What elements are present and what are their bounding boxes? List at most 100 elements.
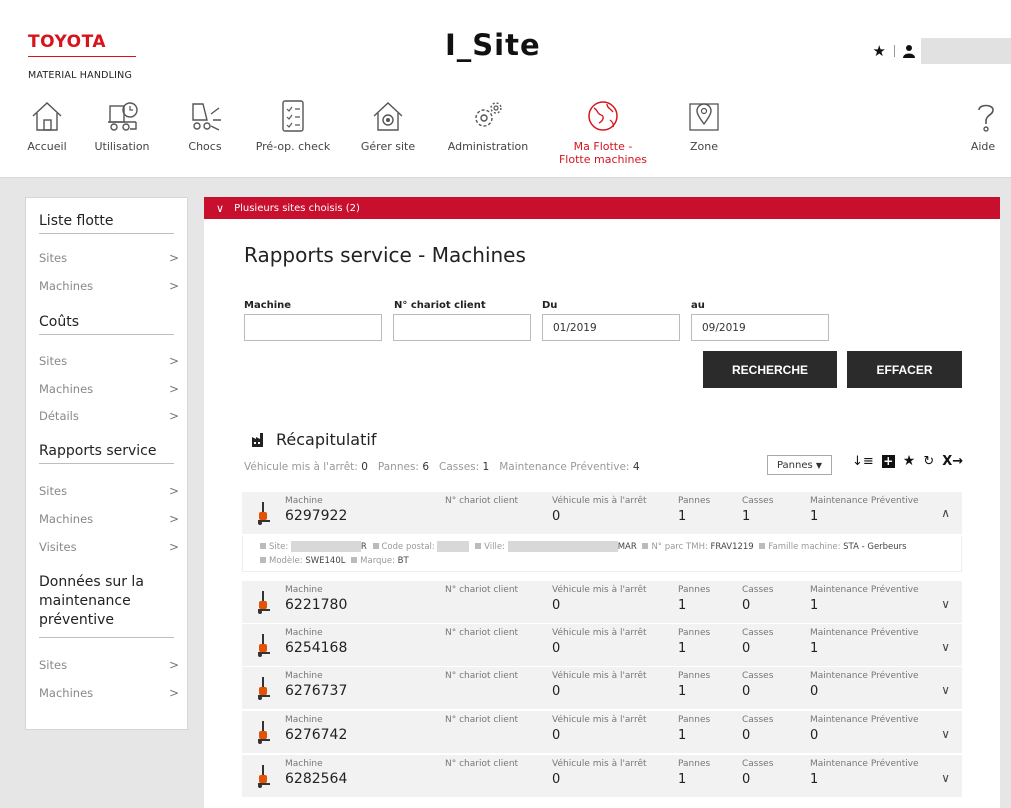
- bullet-icon: [351, 557, 358, 563]
- sidebar-item-label: Sites: [39, 354, 68, 368]
- sidebar-item-maintenance-sites[interactable]: Sites >: [39, 658, 179, 672]
- sidebar-item-label: Visites: [39, 540, 77, 554]
- maintenance-label: Maintenance Préventive:: [499, 461, 630, 473]
- sidebar-item-couts-sites[interactable]: Sites >: [39, 354, 179, 368]
- nav-item-utilisation[interactable]: Utilisation: [86, 96, 158, 153]
- machine-id: 6276742: [285, 727, 348, 743]
- sidebar-section-title: Coûts: [39, 314, 79, 330]
- sidebar-item-label: Machines: [39, 279, 94, 293]
- column-value: 0: [552, 509, 561, 524]
- main-nav: Accueil Utilisation Chocs Pré-op. check …: [0, 96, 1011, 176]
- banner-text: Plusieurs sites choisis (2): [234, 202, 360, 214]
- sidebar-item-rapports-sites[interactable]: Sites >: [39, 484, 179, 498]
- casses-label: Casses:: [439, 461, 480, 473]
- machine-label: Machine: [244, 300, 292, 311]
- sidebar-item-liste-sites[interactable]: Sites >: [39, 251, 179, 265]
- pallet-truck-icon: [258, 765, 270, 788]
- export-excel-icon[interactable]: X→: [942, 454, 963, 469]
- sidebar-item-label: Sites: [39, 658, 68, 672]
- user-name-redacted[interactable]: [921, 38, 1011, 64]
- postal-label: Code postal:: [381, 542, 435, 552]
- client-number-input[interactable]: [393, 314, 531, 341]
- sidebar-item-maintenance-machines[interactable]: Machines >: [39, 686, 179, 700]
- column-label: N° chariot client: [445, 628, 519, 638]
- nav-item-accueil[interactable]: Accueil: [22, 96, 72, 153]
- from-date-input[interactable]: [542, 314, 680, 341]
- nav-item-pre-op-check[interactable]: Pré-op. check: [254, 96, 332, 153]
- sort-order-icon[interactable]: ↓≡: [852, 454, 874, 469]
- expand-all-icon[interactable]: +: [881, 454, 895, 468]
- bullet-icon: [759, 543, 766, 549]
- site-value-tail: R: [360, 542, 367, 552]
- chevron-up-icon[interactable]: ∧: [941, 506, 950, 520]
- chevron-down-icon[interactable]: ∨: [941, 771, 950, 785]
- chevron-right-icon: >: [168, 658, 179, 672]
- column-value: 0: [742, 598, 751, 613]
- column-value: 1: [678, 509, 687, 524]
- machine-id: 6276737: [285, 683, 348, 699]
- nav-item-administration[interactable]: Administration: [442, 96, 534, 153]
- chevron-down-icon[interactable]: ∨: [941, 597, 950, 611]
- column-label: Pannes: [678, 759, 711, 769]
- refresh-icon[interactable]: ↻: [923, 454, 934, 469]
- column-label: Casses: [742, 496, 774, 506]
- sidebar-item-liste-machines[interactable]: Machines >: [39, 279, 179, 293]
- table-row[interactable]: Machine 6254168 N° chariot client Véhicule …: [242, 624, 962, 666]
- pallet-truck-icon: [258, 634, 270, 657]
- divider: [894, 45, 895, 57]
- table-row[interactable]: Machine 6276737 N° chariot client Véhicule …: [242, 667, 962, 709]
- search-button[interactable]: RECHERCHE: [703, 351, 837, 388]
- divider: [39, 233, 174, 234]
- city-value-tail: MAR: [617, 542, 637, 552]
- chevron-down-icon[interactable]: ∨: [941, 727, 950, 741]
- sidebar-item-couts-details[interactable]: Détails >: [39, 409, 179, 423]
- city-label: Ville:: [484, 542, 505, 552]
- column-value: 1: [810, 641, 819, 656]
- sidebar-section-title-line: maintenance: [39, 593, 131, 609]
- divider: [39, 334, 174, 335]
- table-row[interactable]: Machine 6221780 N° chariot client Véhicule …: [242, 581, 962, 623]
- machine-id: 6282564: [285, 771, 348, 787]
- user-icon[interactable]: [903, 44, 915, 58]
- favorites-star-icon[interactable]: ★: [873, 42, 886, 60]
- nav-item-gerer-site[interactable]: Gérer site: [355, 96, 421, 153]
- site-label: Site:: [269, 542, 289, 552]
- nav-item-aide[interactable]: Aide: [966, 96, 1000, 153]
- sidebar-item-couts-machines[interactable]: Machines >: [39, 382, 179, 396]
- chevron-down-icon[interactable]: ∨: [941, 640, 950, 654]
- sidebar-item-rapports-machines[interactable]: Machines >: [39, 512, 179, 526]
- from-date-label: Du: [542, 300, 558, 311]
- table-row[interactable]: Machine 6297922 N° chariot client Véhicule …: [242, 492, 962, 534]
- nav-item-ma-flotte[interactable]: Ma Flotte - Flotte machines: [553, 96, 653, 166]
- modele-label: Modèle:: [269, 556, 303, 566]
- brand-logo[interactable]: TOYOTA MATERIAL HANDLING: [28, 32, 136, 81]
- table-row[interactable]: Machine 6282564 N° chariot client Véhicule …: [242, 755, 962, 797]
- machine-id: 6254168: [285, 640, 348, 656]
- machine-input[interactable]: [244, 314, 382, 341]
- nav-item-chocs[interactable]: Chocs: [183, 96, 227, 153]
- nav-label: Zone: [689, 140, 718, 153]
- column-value: 1: [678, 684, 687, 699]
- chevron-right-icon: >: [168, 279, 179, 293]
- sidebar-section-title-line: préventive: [39, 612, 114, 628]
- chevron-down-icon[interactable]: ∨: [941, 683, 950, 697]
- column-label: Véhicule mis à l'arrêt: [552, 715, 647, 725]
- column-label: Maintenance Préventive: [810, 671, 919, 681]
- globe-icon: [588, 101, 618, 131]
- nav-item-zone[interactable]: Zone: [684, 96, 724, 153]
- table-row[interactable]: Machine 6276742 N° chariot client Véhicule …: [242, 711, 962, 753]
- favorite-star-icon[interactable]: ★: [903, 453, 916, 469]
- column-label: Véhicule mis à l'arrêt: [552, 671, 647, 681]
- site-selection-banner[interactable]: ∨ Plusieurs sites choisis (2): [204, 197, 1000, 219]
- sidebar-item-rapports-visites[interactable]: Visites >: [39, 540, 179, 554]
- column-value: 1: [678, 728, 687, 743]
- column-label: Pannes: [678, 671, 711, 681]
- clear-button[interactable]: EFFACER: [847, 351, 962, 388]
- column-label: Casses: [742, 671, 774, 681]
- toolbar: ↓≡ + ★ ↻ X→: [852, 453, 963, 469]
- sort-dropdown[interactable]: Pannes ▼: [767, 455, 832, 475]
- to-date-input[interactable]: [691, 314, 829, 341]
- nav-label: Chocs: [188, 140, 222, 153]
- sidebar-section-title: Données sur la maintenance préventive: [39, 573, 144, 630]
- sidebar-section-title: Rapports service: [39, 443, 157, 459]
